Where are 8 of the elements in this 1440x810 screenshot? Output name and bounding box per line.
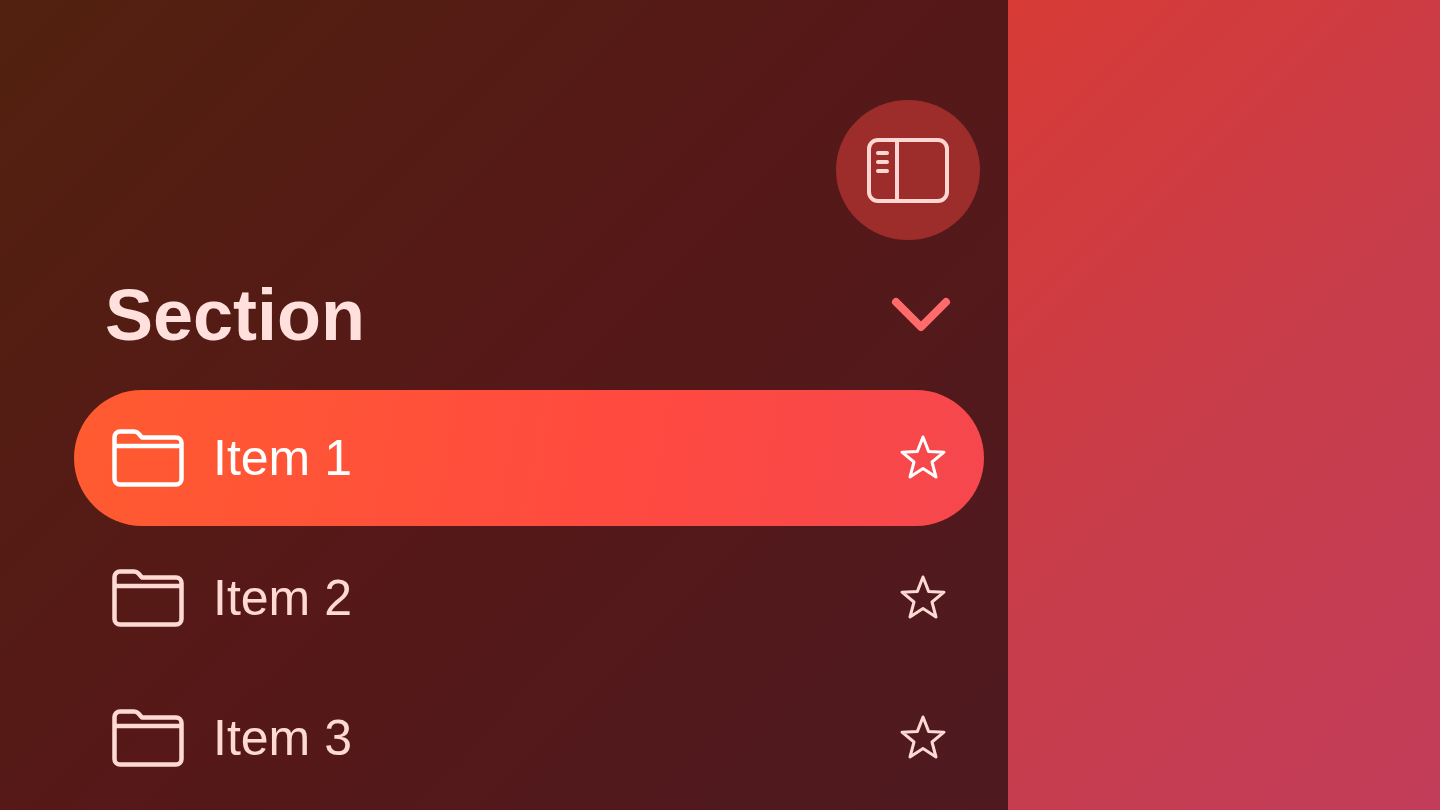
folder-icon <box>112 429 184 487</box>
sidebar-item[interactable]: Item 2 <box>74 530 984 666</box>
sidebar-item[interactable]: Item 3 <box>74 670 984 806</box>
sidebar-icon <box>867 137 949 203</box>
folder-icon <box>112 709 184 767</box>
chevron-down-icon[interactable] <box>891 297 951 334</box>
section-title: Section <box>105 279 366 352</box>
folder-icon <box>112 569 184 627</box>
